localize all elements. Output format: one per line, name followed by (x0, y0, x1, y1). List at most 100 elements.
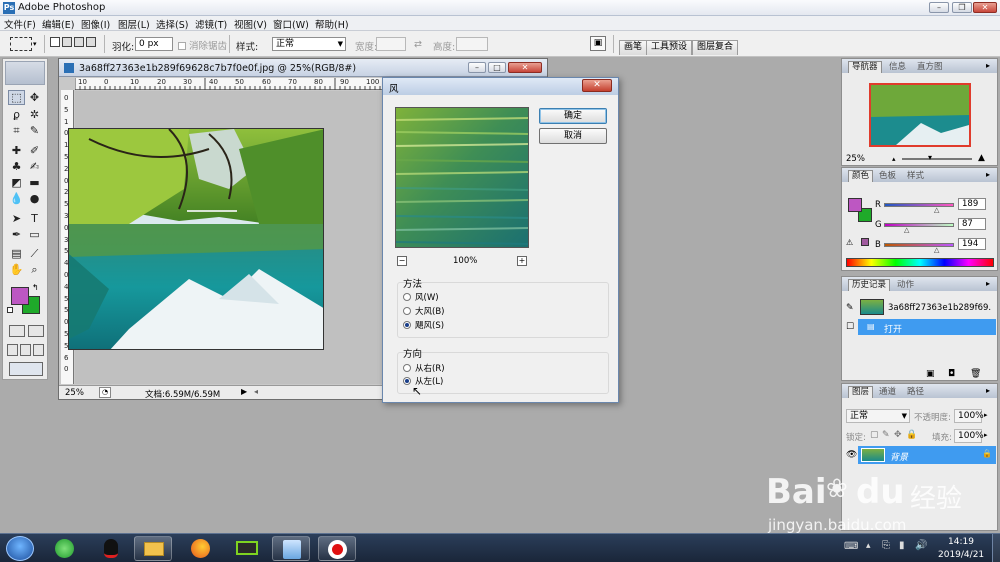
delete-history-icon[interactable]: 🗑 (970, 369, 981, 379)
blue-slider[interactable] (884, 243, 954, 247)
tab-navigator[interactable]: 导航器 (848, 61, 882, 73)
zoom-in-large-icon[interactable]: ▲ (978, 153, 985, 163)
direction-option-left[interactable]: 从左(L) (403, 375, 443, 387)
document-close-button[interactable]: ✕ (508, 62, 542, 73)
dodge-tool-icon[interactable]: ● (26, 191, 43, 206)
tray-expand-icon[interactable]: ▴ (866, 541, 871, 551)
new-document-from-state-icon[interactable]: ▣ (926, 369, 935, 379)
dialog-close-button[interactable]: ✕ (582, 79, 612, 92)
slider-thumb-icon[interactable]: ▾ (928, 153, 932, 162)
menu-filter[interactable]: 滤镜(T) (195, 17, 227, 31)
gamut-warning-icon[interactable]: ⚠ (846, 238, 853, 247)
default-colors-icon[interactable] (7, 307, 13, 313)
zoom-out-small-icon[interactable]: ▴ (892, 155, 896, 163)
crop-tool-icon[interactable]: ⌗ (8, 123, 25, 138)
notes-tool-icon[interactable]: ▤ (8, 246, 25, 261)
taskbar-clock-date[interactable]: 2019/4/21 (938, 550, 984, 560)
history-brush-source-icon[interactable]: ✎ (846, 303, 854, 313)
tab-color[interactable]: 颜色 (848, 170, 874, 182)
brush-tool-icon[interactable]: ✐ (26, 143, 43, 158)
taskbar-video-player-icon[interactable] (228, 536, 266, 561)
shape-tool-icon[interactable]: ▭ (26, 227, 43, 242)
gamut-color-swatch[interactable] (861, 238, 869, 246)
path-selection-tool-icon[interactable]: ➤ (8, 211, 25, 226)
marquee-preset-icon[interactable] (10, 37, 32, 51)
taskbar-file-explorer-icon[interactable] (134, 536, 172, 561)
new-snapshot-icon[interactable]: ◘ (948, 369, 955, 379)
method-option-blast[interactable]: 大风(B) (403, 305, 444, 317)
navigator-zoom-slider[interactable] (902, 158, 972, 160)
panel-menu-icon[interactable]: ▸ (986, 61, 990, 70)
chevron-right-icon[interactable]: ▸ (984, 431, 988, 439)
gradient-tool-icon[interactable]: ▬ (26, 175, 43, 190)
show-desktop-button[interactable] (992, 534, 1000, 562)
menu-edit[interactable]: 编辑(E) (42, 17, 74, 31)
status-options-icon[interactable]: ◔ (99, 387, 111, 398)
zoom-tool-icon[interactable]: ⌕ (26, 262, 43, 277)
blue-slider-thumb-icon[interactable]: △ (934, 246, 939, 254)
document-minimize-button[interactable]: – (468, 62, 486, 73)
start-button[interactable] (6, 536, 34, 561)
type-tool-icon[interactable]: T (26, 211, 43, 226)
restore-button[interactable]: ❐ (952, 2, 972, 13)
tab-actions[interactable]: 动作 (894, 280, 917, 291)
menu-help[interactable]: 帮助(H) (315, 17, 349, 31)
tab-histogram[interactable]: 直方图 (914, 62, 946, 73)
opacity-input[interactable]: 100% (954, 409, 984, 423)
hand-tool-icon[interactable]: ✋ (8, 262, 25, 277)
scroll-left-icon[interactable]: ◂ (254, 387, 258, 396)
tray-volume-icon[interactable]: 🔊 (915, 540, 927, 551)
lock-image-icon[interactable]: ✎ (882, 430, 890, 440)
menu-image[interactable]: 图像(I) (81, 17, 110, 31)
history-step-selected[interactable]: ▤ 打开 (858, 319, 996, 335)
history-brush-source-icon[interactable]: ☐ (846, 322, 854, 332)
lasso-tool-icon[interactable]: ϼ (8, 107, 25, 122)
tab-layers[interactable]: 图层 (848, 386, 874, 398)
menu-select[interactable]: 选择(S) (156, 17, 188, 31)
color-panel-fg-swatch[interactable] (848, 198, 862, 212)
width-input[interactable] (376, 37, 406, 51)
fill-input[interactable]: 100% (954, 429, 984, 443)
method-option-stagger[interactable]: 飓风(S) (403, 319, 444, 331)
tray-keyboard-icon[interactable]: ⌨ (844, 541, 858, 552)
ok-button[interactable]: 确定 (539, 108, 607, 124)
file-browser-icon[interactable]: ▣ (590, 36, 606, 51)
eyedropper-tool-icon[interactable]: ⟋ (26, 246, 43, 261)
taskbar-photoshop-icon[interactable] (272, 536, 310, 561)
status-menu-arrow-icon[interactable]: ▶ (241, 387, 247, 396)
document-maximize-button[interactable]: □ (488, 62, 506, 73)
move-tool-icon[interactable]: ✥ (26, 90, 43, 105)
subtract-selection-icon[interactable] (74, 37, 84, 47)
menu-view[interactable]: 视图(V) (234, 17, 267, 31)
panel-menu-icon[interactable]: ▸ (986, 279, 990, 288)
style-select[interactable]: 正常 ▼ (272, 37, 346, 51)
taskbar-clock-time[interactable]: 14:19 (948, 537, 974, 547)
intersect-selection-icon[interactable] (86, 37, 96, 47)
chevron-right-icon[interactable]: ▸ (984, 411, 988, 419)
green-value-input[interactable]: 87 (958, 218, 986, 230)
clone-stamp-tool-icon[interactable]: ♣ (8, 159, 25, 174)
standard-screen-mode-icon[interactable] (7, 344, 18, 356)
swap-colors-icon[interactable]: ↰ (32, 283, 39, 292)
add-selection-icon[interactable] (62, 37, 72, 47)
taskbar-qq-icon[interactable] (92, 536, 130, 561)
swap-dimensions-icon[interactable]: ⇄ (414, 39, 422, 50)
panel-menu-icon[interactable]: ▸ (986, 170, 990, 179)
full-screen-menu-mode-icon[interactable] (20, 344, 31, 356)
cancel-button[interactable]: 取消 (539, 128, 607, 144)
layer-row-background[interactable]: 背景 🔒 (858, 446, 996, 464)
tab-brushes[interactable]: 画笔 (619, 40, 648, 55)
antialias-checkbox[interactable] (178, 42, 186, 50)
zoom-in-button[interactable]: + (517, 256, 527, 266)
history-snapshot-thumbnail[interactable] (860, 299, 884, 315)
pen-tool-icon[interactable]: ✒ (8, 227, 25, 242)
foreground-color-swatch[interactable] (11, 287, 29, 305)
method-option-wind[interactable]: 风(W) (403, 291, 439, 303)
document-zoom-level[interactable]: 25% (65, 388, 84, 398)
red-value-input[interactable]: 189 (958, 198, 986, 210)
red-slider-thumb-icon[interactable]: △ (934, 206, 939, 214)
panel-menu-icon[interactable]: ▸ (986, 386, 990, 395)
tab-info[interactable]: 信息 (886, 62, 909, 73)
red-slider[interactable] (884, 203, 954, 207)
lock-transparency-icon[interactable]: ▢ (870, 430, 879, 440)
